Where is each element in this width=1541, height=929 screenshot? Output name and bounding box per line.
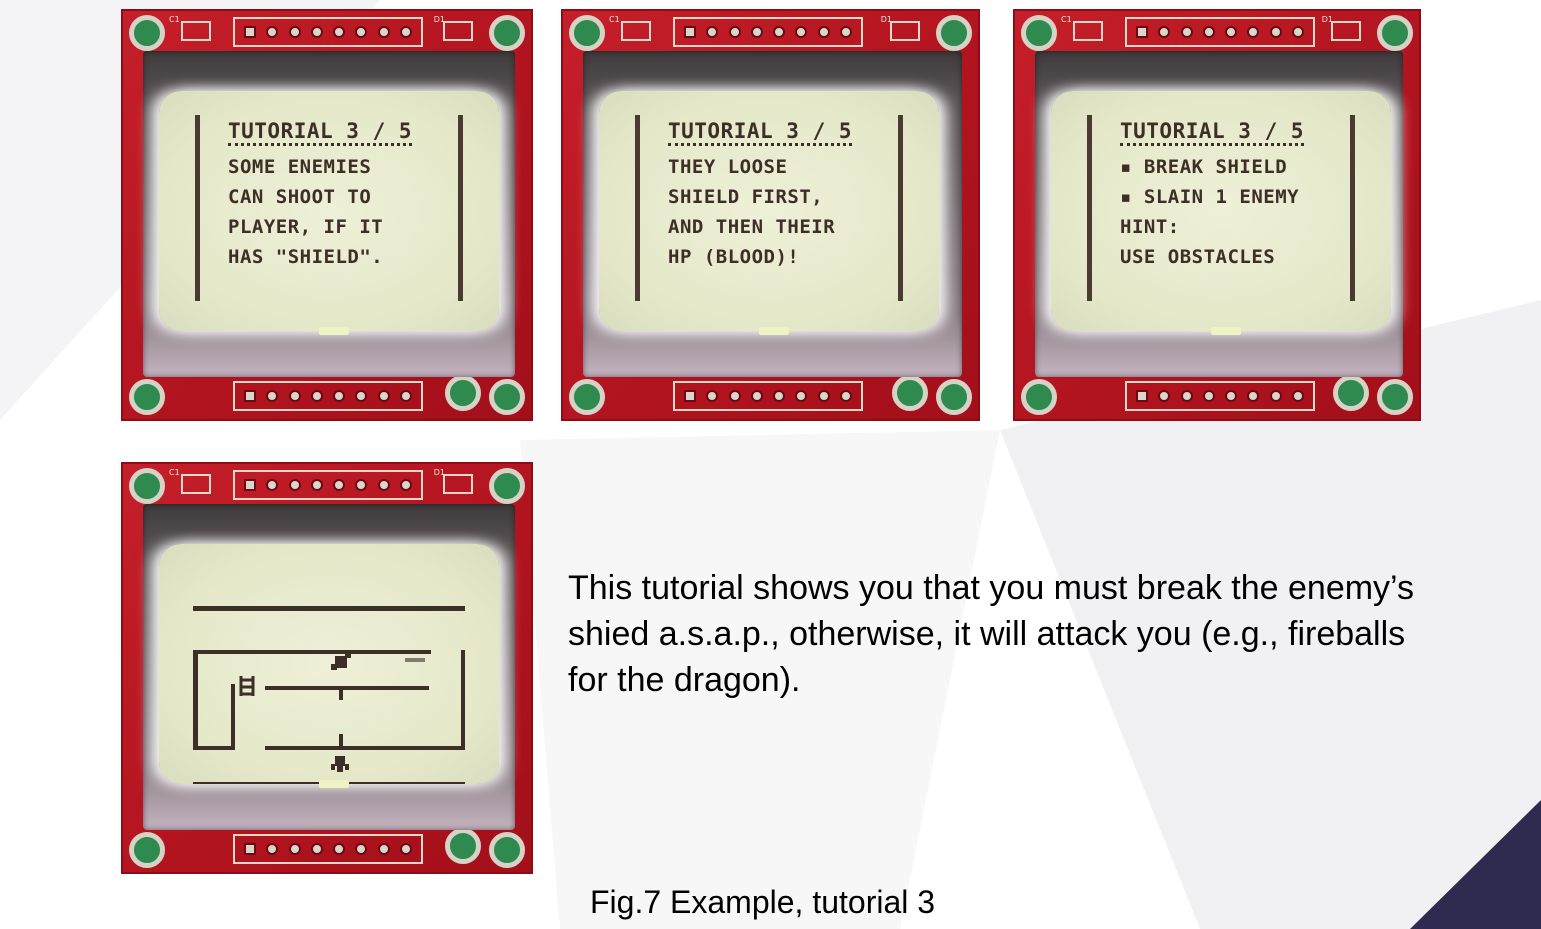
tutorial-line: ▪ BREAK SHIELD [1120, 156, 1288, 178]
mount-hole [129, 15, 165, 51]
lcd-board-3: C1 D1 TUTORIAL 3 / 5 ▪ BREAK SHIELD ▪ SL… [1013, 9, 1421, 421]
lcd-screen: TUTORIAL 3 / 5 THEY LOOSE SHIELD FIRST, … [599, 91, 939, 331]
lcd-text-area: TUTORIAL 3 / 5 ▪ BREAK SHIELD ▪ SLAIN 1 … [1087, 115, 1355, 301]
mount-hole [936, 379, 972, 415]
pin-header-bottom [233, 381, 423, 411]
lcd-game-screen [159, 544, 499, 784]
capacitor-pad [181, 474, 211, 494]
mount-hole [892, 375, 928, 411]
mount-hole [936, 15, 972, 51]
lcd-text-area: TUTORIAL 3 / 5 THEY LOOSE SHIELD FIRST, … [635, 115, 903, 301]
mount-hole [129, 832, 165, 868]
figure-caption: Fig.7 Example, tutorial 3 [590, 884, 936, 920]
wall-top [193, 606, 465, 611]
mount-hole [129, 468, 165, 504]
wall-inner-left [231, 684, 235, 750]
silk-label-c1: C1 [1061, 15, 1072, 24]
post [339, 734, 343, 746]
pin-header-bottom [673, 381, 863, 411]
mount-hole [1333, 375, 1369, 411]
pin-header-top [1125, 17, 1315, 47]
wall-left [193, 650, 198, 750]
wall-upper [193, 650, 431, 654]
lcd-screen: TUTORIAL 3 / 5 ▪ BREAK SHIELD ▪ SLAIN 1 … [1051, 91, 1391, 331]
tutorial-line: HINT: [1120, 216, 1180, 238]
tutorial-line: ▪ SLAIN 1 ENEMY [1120, 186, 1300, 208]
diode-pad [443, 21, 473, 41]
lcd-tab [319, 327, 349, 335]
capacitor-pad [1073, 21, 1103, 41]
mount-hole [445, 828, 481, 864]
tutorial-title: TUTORIAL 3 / 5 [668, 119, 853, 146]
silk-label-c1: C1 [169, 15, 180, 24]
tutorial-line: HP (BLOOD)! [668, 246, 800, 268]
pin-header-bottom [1125, 381, 1315, 411]
tutorial-title: TUTORIAL 3 / 5 [228, 119, 413, 146]
tutorial-line: SOME ENEMIES [228, 156, 372, 178]
tutorial-line: USE OBSTACLES [1120, 246, 1276, 268]
mount-hole [569, 379, 605, 415]
diode-pad [890, 21, 920, 41]
tutorial-line: CAN SHOOT TO [228, 186, 372, 208]
capacitor-pad [181, 21, 211, 41]
mount-hole [489, 15, 525, 51]
post [339, 690, 343, 700]
diode-pad [1331, 21, 1361, 41]
pin-header-top [233, 17, 423, 47]
mount-hole [569, 15, 605, 51]
tutorial-line: THEY LOOSE [668, 156, 788, 178]
platform-lower [265, 746, 465, 750]
wall-left-bottom [193, 746, 235, 750]
tutorial-title: TUTORIAL 3 / 5 [1120, 119, 1305, 146]
wall-right [461, 650, 465, 750]
lcd-tab [319, 780, 349, 788]
pin-header-bottom [233, 834, 423, 864]
mount-hole [489, 379, 525, 415]
capacitor-pad [621, 21, 651, 41]
lcd-screen: TUTORIAL 3 / 5 SOME ENEMIES CAN SHOOT TO… [159, 91, 499, 331]
lcd-text-area: TUTORIAL 3 / 5 SOME ENEMIES CAN SHOOT TO… [195, 115, 463, 301]
lcd-tab [759, 327, 789, 335]
lcd-board-game: C1 D1 [121, 462, 533, 874]
lcd-board-1: C1 D1 TUTORIAL 3 / 5 SOME ENEMIES CAN SH… [121, 9, 533, 421]
player-sprite-icon [331, 756, 349, 772]
platform-middle [265, 686, 429, 690]
tutorial-line: HAS "SHIELD". [228, 246, 384, 268]
mount-hole [489, 832, 525, 868]
mount-hole [1021, 15, 1057, 51]
tutorial-description: This tutorial shows you that you must br… [568, 569, 1414, 699]
tutorial-line: AND THEN THEIR [668, 216, 836, 238]
enemy-sprite-icon [331, 652, 351, 670]
silk-label-c1: C1 [169, 468, 180, 477]
diode-pad [443, 474, 473, 494]
mount-hole [1021, 379, 1057, 415]
lcd-board-2: C1 D1 TUTORIAL 3 / 5 THEY LOOSE SHIELD F… [561, 9, 980, 421]
game-map [193, 606, 465, 784]
mount-hole [129, 379, 165, 415]
ladder-icon [239, 676, 255, 696]
tutorial-line: PLAYER, IF IT [228, 216, 384, 238]
mount-hole [445, 375, 481, 411]
enemy-shot [405, 658, 425, 662]
tutorial-line: SHIELD FIRST, [668, 186, 824, 208]
pin-header-top [233, 470, 423, 500]
silk-label-c1: C1 [609, 15, 620, 24]
mount-hole [1377, 15, 1413, 51]
lcd-tab [1211, 327, 1241, 335]
mount-hole [489, 468, 525, 504]
mount-hole [1377, 379, 1413, 415]
pin-header-top [673, 17, 863, 47]
